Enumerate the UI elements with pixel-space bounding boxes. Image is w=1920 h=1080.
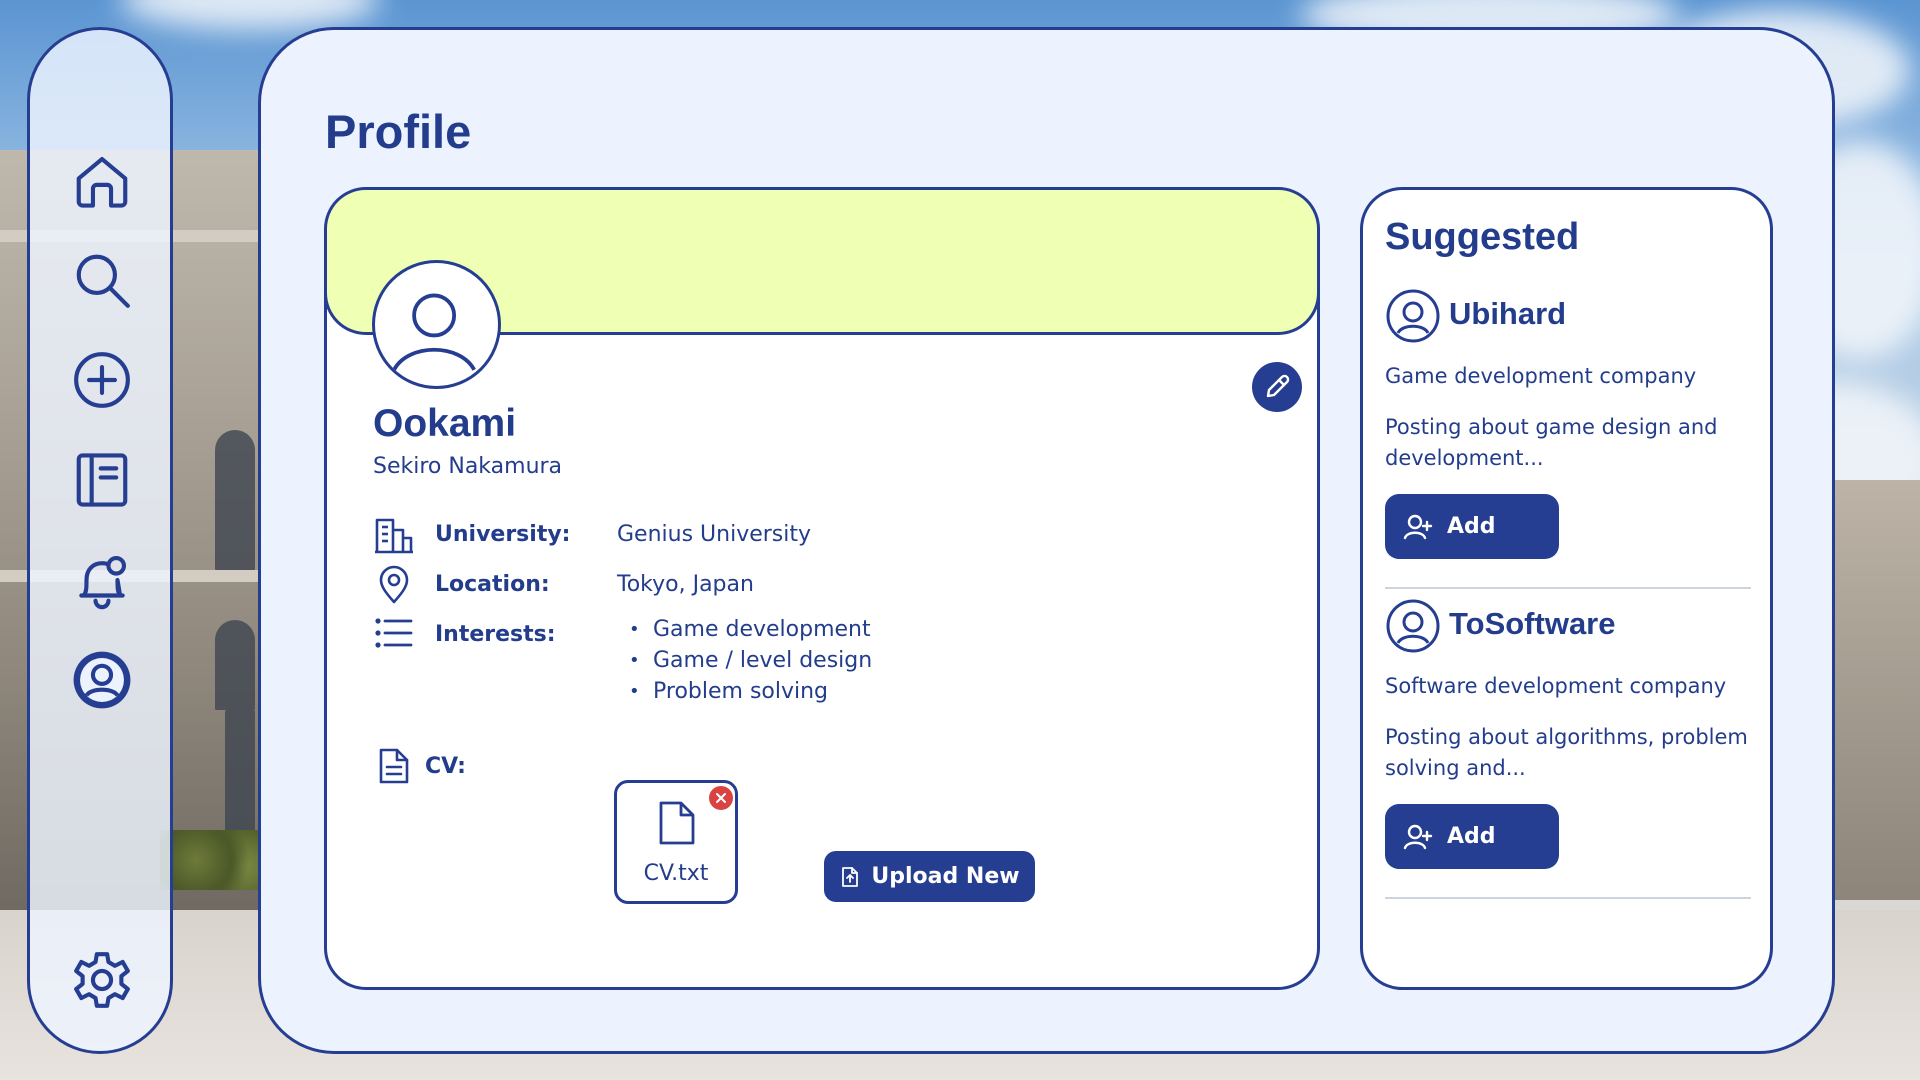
profile-full-name: Sekiro Nakamura [373,454,563,479]
user-avatar-icon [392,293,476,371]
list-item: Game development [617,614,872,645]
pencil-icon [1266,374,1290,398]
close-icon [716,793,726,803]
upload-new-button[interactable]: Upload New [824,851,1035,902]
cv-label: CV: [425,754,466,779]
add-ubihard-button[interactable]: Add [1385,494,1559,559]
sidebar-item-profile[interactable] [66,644,138,716]
plus-circle-icon [74,352,130,408]
suggested-posting: Posting about algorithms, problem solvin… [1385,725,1748,780]
divider [1385,587,1751,589]
suggested-panel: Suggested Ubihard Game development compa… [1360,187,1773,990]
suggested-title: Suggested [1385,216,1580,258]
user-circle-icon [73,651,131,709]
suggested-description: Software development company [1385,674,1727,698]
sidebar-item-create[interactable] [66,344,138,416]
building-icon [375,518,413,554]
cv-file-name: CV.txt [643,861,709,886]
search-icon [76,254,130,308]
sidebar-item-settings[interactable] [66,944,138,1016]
file-icon [659,801,695,845]
gear-icon [74,952,130,1008]
cv-file-tile[interactable]: CV.txt [614,780,738,904]
bell-icon [79,555,127,610]
file-upload-icon [842,866,859,887]
list-item: Game / level design [617,645,872,676]
list-item: Problem solving [617,676,872,707]
add-user-icon [1403,514,1433,539]
document-icon [379,748,409,784]
divider [1385,897,1751,899]
home-icon [76,156,128,208]
interests-label: Interests: [435,622,556,647]
add-label: Add [1447,514,1496,539]
sidebar-nav [27,27,173,1054]
location-value: Tokyo, Japan [617,572,754,597]
profile-card: Ookami Sekiro Nakamura University: Geniu… [324,187,1320,990]
profile-username: Ookami [373,402,517,445]
sidebar-item-notifications[interactable] [66,544,138,616]
sidebar-item-feed[interactable] [66,444,138,516]
suggested-posting: Posting about game design and developmen… [1385,415,1718,470]
sidebar-item-home[interactable] [66,145,138,217]
upload-new-label: Upload New [871,864,1020,889]
location-pin-icon [379,565,409,604]
university-label: University: [435,522,571,547]
page-title: Profile [325,105,472,158]
main-panel: Profile Ookami Sekiro Nakamura Universit… [258,27,1835,1054]
university-value: Genius University [617,522,812,547]
interests-list: Game development Game / level design Pro… [617,614,872,707]
list-icon [375,618,413,648]
remove-cv-button[interactable] [709,786,733,810]
user-circle-icon [1386,289,1440,343]
notebook-icon [76,453,128,507]
add-tosoftware-button[interactable]: Add [1385,804,1559,869]
suggested-name[interactable]: ToSoftware [1449,606,1616,642]
user-circle-icon [1386,599,1440,653]
location-label: Location: [435,572,550,597]
edit-profile-button[interactable] [1252,362,1302,412]
add-user-icon [1403,824,1433,849]
suggested-description: Game development company [1385,364,1697,388]
profile-avatar[interactable] [372,260,501,389]
suggested-name[interactable]: Ubihard [1449,296,1566,332]
add-label: Add [1447,824,1496,849]
sidebar-item-search[interactable] [66,244,138,316]
